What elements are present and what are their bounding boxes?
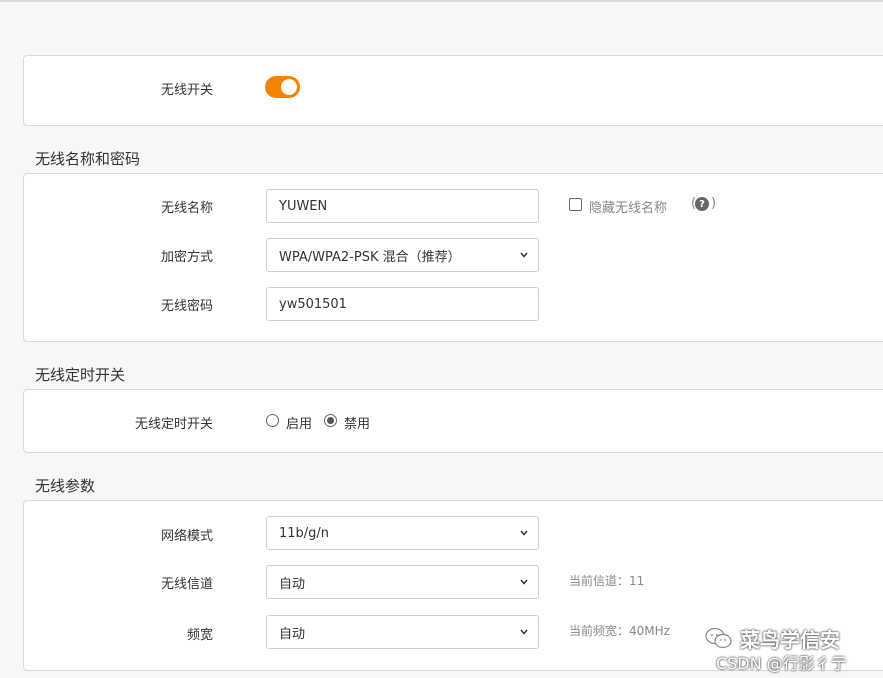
password-label: 无线密码 xyxy=(160,299,213,314)
schedule-disable-label: 禁用 xyxy=(344,417,371,432)
channel-value: 自动 xyxy=(279,576,306,592)
chevron-down-icon xyxy=(520,629,528,635)
wireless-switch-toggle[interactable] xyxy=(265,76,300,98)
password-value: yw501501 xyxy=(279,296,347,312)
hide-ssid-checkbox[interactable] xyxy=(569,198,582,211)
toggle-knob xyxy=(281,79,297,95)
chevron-down-icon xyxy=(520,252,528,258)
ssid-label: 无线名称 xyxy=(160,201,213,216)
top-divider xyxy=(0,0,883,2)
current-channel-text: 当前信道：11 xyxy=(569,574,645,588)
schedule-section-title: 无线定时开关 xyxy=(35,366,126,384)
chevron-down-icon xyxy=(520,530,528,536)
ssid-section-title: 无线名称和密码 xyxy=(35,150,141,168)
ssid-value: YUWEN xyxy=(279,198,328,214)
bandwidth-value: 自动 xyxy=(279,626,306,642)
wireless-switch-label: 无线开关 xyxy=(160,83,213,98)
schedule-enable-label: 启用 xyxy=(286,417,313,432)
hide-ssid-label: 隐藏无线名称 xyxy=(589,201,668,216)
watermark-title: 菜鸟学信安 xyxy=(740,628,840,652)
channel-select[interactable]: 自动 xyxy=(266,565,539,599)
help-paren-right: ) xyxy=(711,196,717,211)
watermark-csdn: CSDN @行影彳亍 xyxy=(716,654,847,673)
params-section-title: 无线参数 xyxy=(35,477,96,495)
encryption-label: 加密方式 xyxy=(160,250,213,265)
password-input[interactable]: yw501501 xyxy=(266,287,539,321)
encryption-value: WPA/WPA2-PSK 混合（推荐） xyxy=(279,249,461,265)
mode-select[interactable]: 11b/g/n xyxy=(266,516,539,550)
schedule-label: 无线定时开关 xyxy=(134,417,213,432)
mode-value: 11b/g/n xyxy=(279,525,330,541)
bandwidth-label: 频宽 xyxy=(186,628,213,643)
channel-label: 无线信道 xyxy=(160,577,213,592)
chevron-down-icon xyxy=(520,579,528,585)
encryption-select[interactable]: WPA/WPA2-PSK 混合（推荐） xyxy=(266,238,539,272)
bandwidth-select[interactable]: 自动 xyxy=(266,615,539,649)
schedule-disable-radio[interactable] xyxy=(324,414,337,427)
question-circle-icon[interactable]: ? xyxy=(695,197,709,211)
wechat-icon xyxy=(705,627,732,649)
schedule-enable-radio[interactable] xyxy=(266,414,279,427)
current-bandwidth-text: 当前频宽：40MHz xyxy=(569,624,670,638)
mode-label: 网络模式 xyxy=(160,529,213,544)
ssid-input[interactable]: YUWEN xyxy=(266,189,539,223)
